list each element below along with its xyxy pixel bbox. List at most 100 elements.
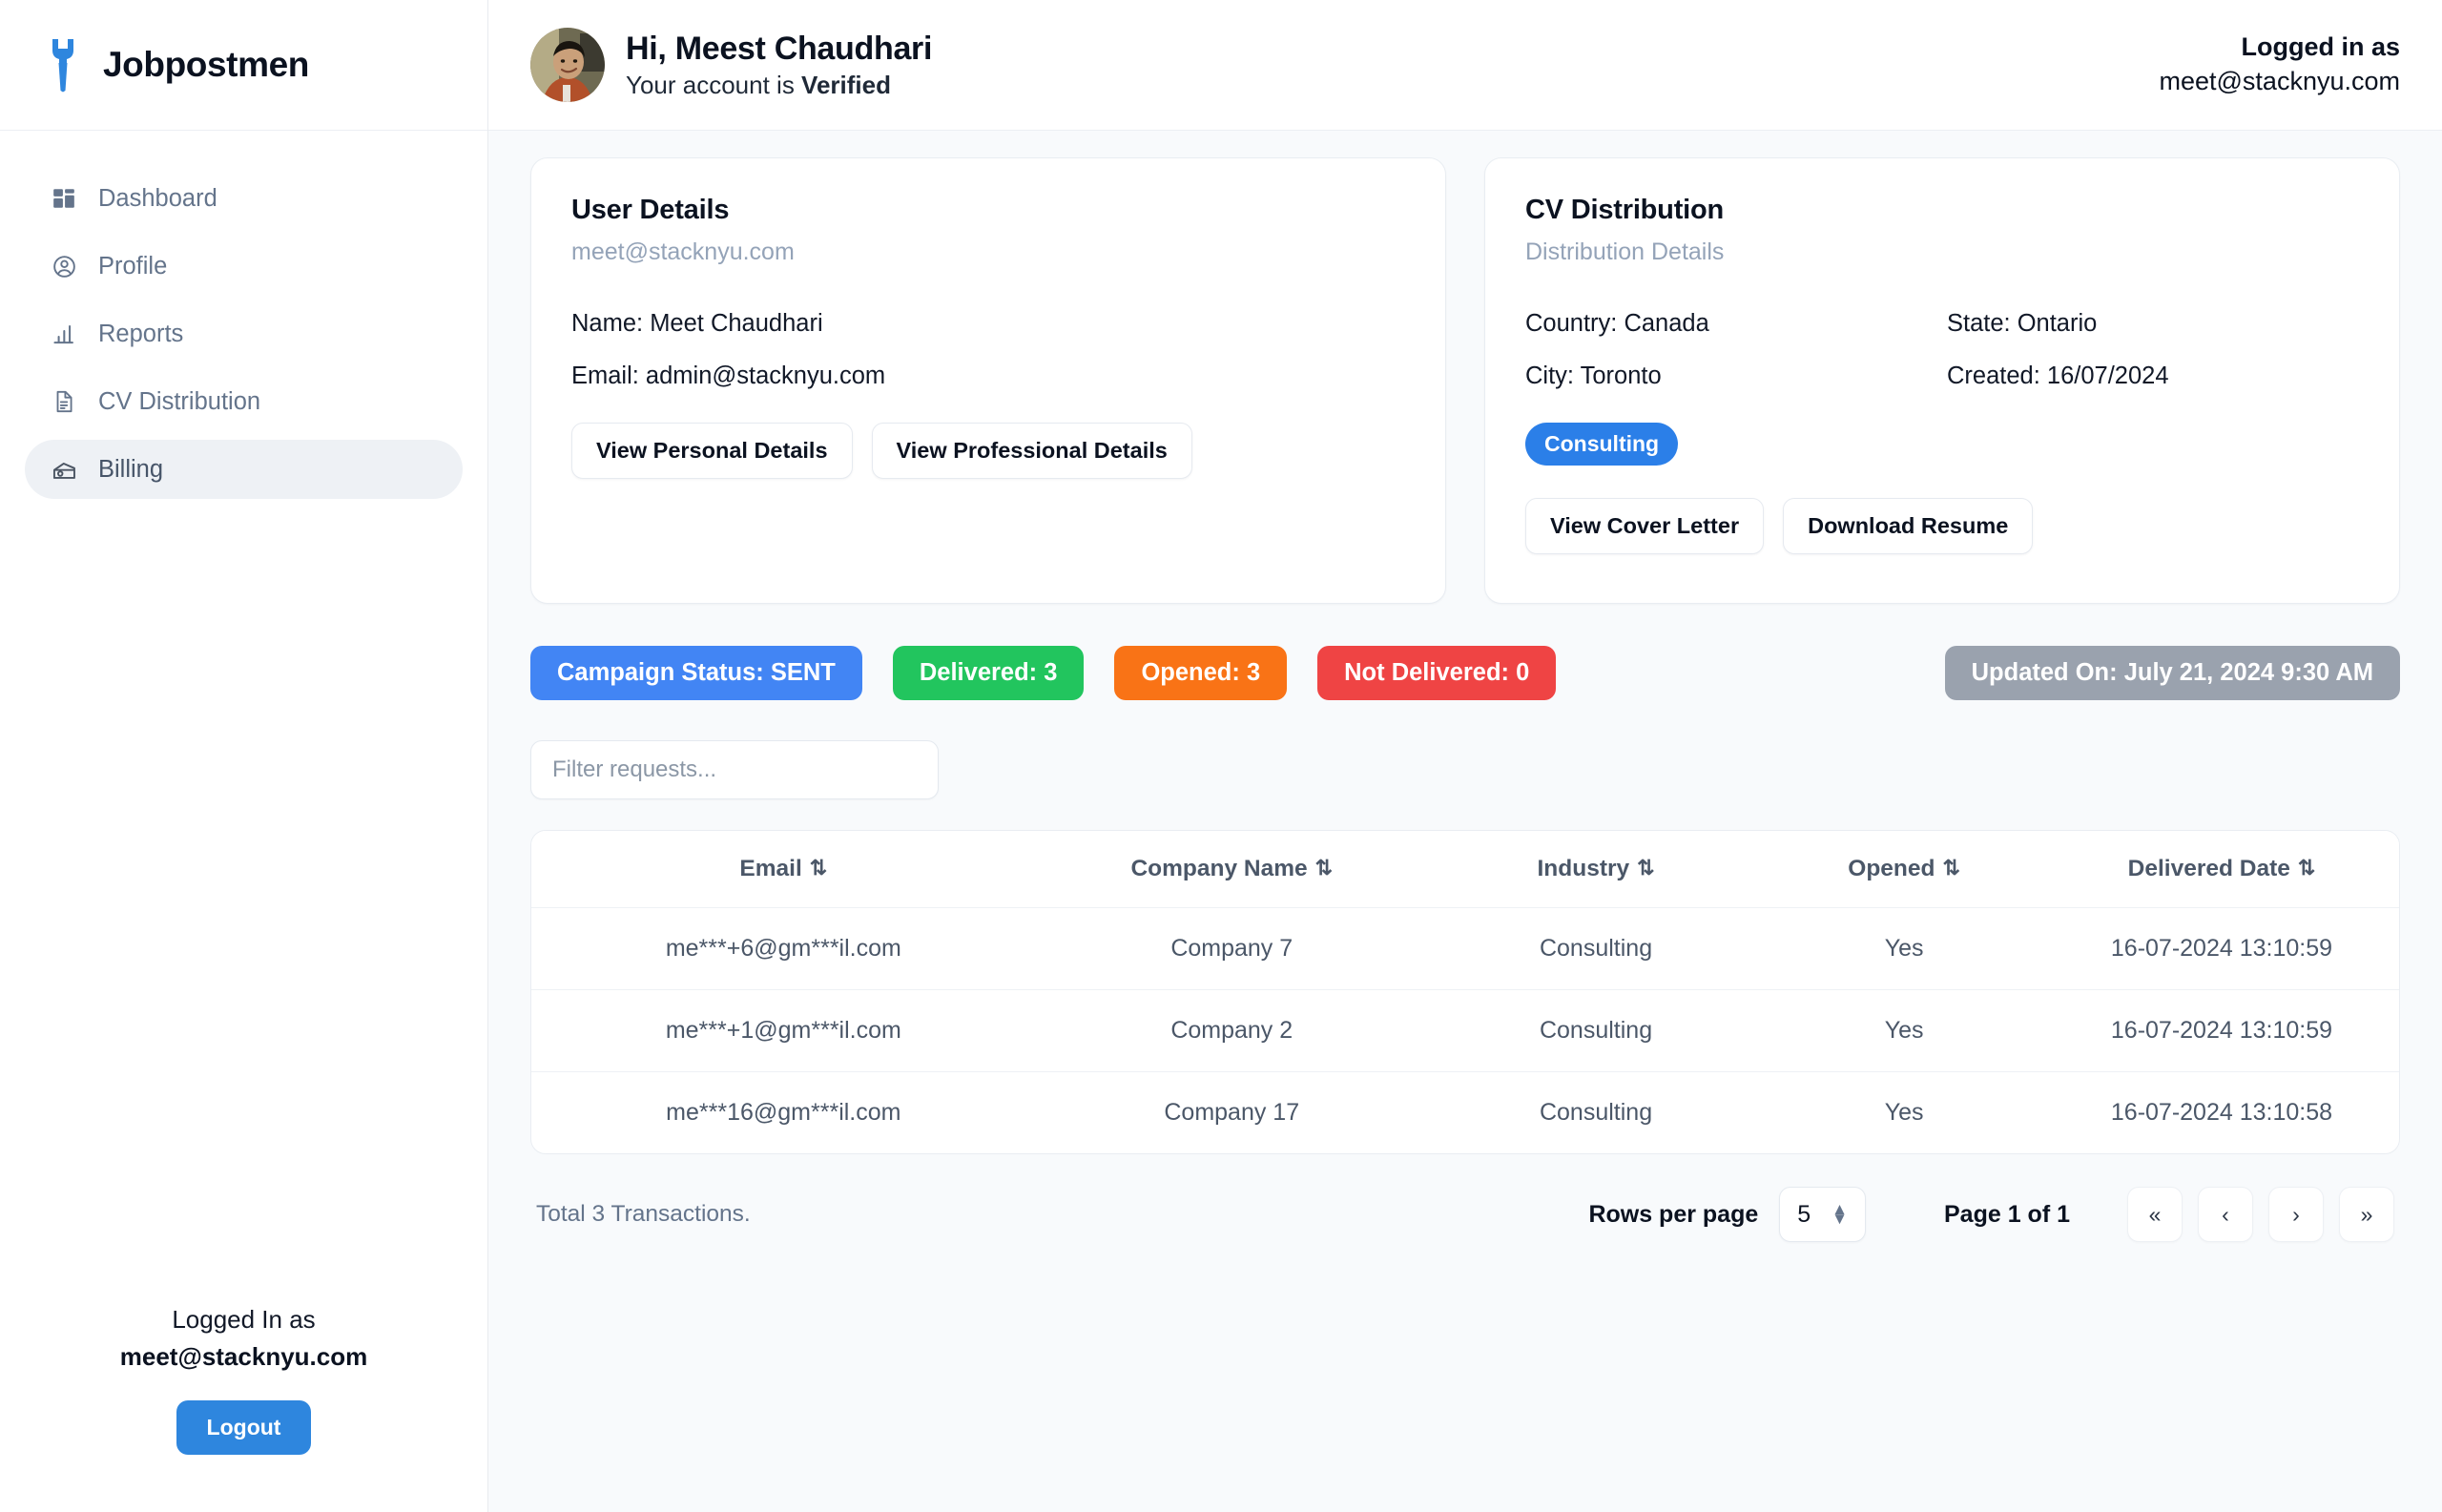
country-line: Country: Canada [1525,310,1709,337]
sidebar-item-dashboard[interactable]: Dashboard [25,169,463,228]
cv-distribution-fields: Country: Canada State: Ontario City: Tor… [1525,310,2359,390]
sidebar-item-label: CV Distribution [98,387,261,415]
tie-wrench-icon [44,37,82,93]
cell-industry: Consulting [1539,1099,1653,1126]
sidebar-footer: Logged In as meet@stacknyu.com Logout [0,1305,487,1512]
column-label: Delivered Date [2127,856,2290,881]
table-row[interactable]: me***16@gm***il.com Company 17 Consultin… [531,1072,2399,1154]
prev-page-button[interactable]: ‹ [2198,1187,2253,1242]
sort-updown-icon: ⇅ [1942,856,1960,880]
updated-on-badge[interactable]: Updated On: July 21, 2024 9:30 AM [1944,646,2400,700]
user-circle-icon [50,252,78,280]
user-details-subtitle: meet@stacknyu.com [571,238,795,265]
app-root: Jobpostmen Dashboard Profile Reports CV … [0,0,2442,1512]
table-row[interactable]: me***+1@gm***il.com Company 2 Consulting… [531,989,2399,1072]
cell-industry: Consulting [1427,989,1765,1072]
sidebar-nav: Dashboard Profile Reports CV Distributio… [0,131,487,499]
cell-company: Company 7 [1035,907,1428,990]
sort-updown-icon: ⇅ [2297,856,2316,880]
cell-email: me***+6@gm***il.com [531,907,1036,990]
cell-email: me***+1@gm***il.com [531,989,1036,1072]
brand[interactable]: Jobpostmen [0,0,487,131]
topbar: Hi, Meest Chaudhari Your account is Veri… [488,0,2442,131]
not-delivered-badge[interactable]: Not Delivered: 0 [1317,646,1557,700]
main-area: Hi, Meest Chaudhari Your account is Veri… [488,0,2442,1512]
cv-distribution-actions: View Cover Letter Download Resume [1525,498,2359,554]
logged-in-email: meet@stacknyu.com [119,1342,368,1371]
table-row[interactable]: me***+6@gm***il.com Company 7 Consulting… [531,907,2399,990]
column-header-email[interactable]: Email ⇅ [531,831,1036,908]
status-badges-row: Campaign Status: SENT Delivered: 3 Opene… [530,646,2400,700]
column-header-delivered-date[interactable]: Delivered Date ⇅ [2043,831,2399,908]
pagination-buttons: « ‹ › » [2127,1187,2394,1242]
cell-opened: Yes [1764,989,2044,1072]
filter-input[interactable] [530,740,939,799]
rows-per-page-select[interactable]: 5 ▲ ▼ [1779,1187,1866,1242]
table-body: me***+6@gm***il.com Company 7 Consulting… [531,907,2399,1154]
user-details-fields: Name: Meet Chaudhari Email: admin@stackn… [571,310,1405,390]
cell-delivered-date: 16-07-2024 13:10:59 [2043,989,2399,1072]
cell-email: me***16@gm***il.com [666,1099,901,1126]
industry-tag[interactable]: Consulting [1525,423,1679,466]
next-page-button[interactable]: › [2268,1187,2324,1242]
column-header-opened[interactable]: Opened ⇅ [1764,831,2044,908]
created-line: Created: 16/07/2024 [1947,362,2169,389]
view-personal-details-button[interactable]: View Personal Details [571,423,853,479]
column-label: Company Name [1130,856,1308,881]
state-line: State: Ontario [1947,310,2098,337]
cards-row: User Details meet@stacknyu.com Name: Mee… [530,157,2400,604]
document-icon [50,387,78,416]
view-professional-details-button[interactable]: View Professional Details [871,423,1192,479]
delivered-badge[interactable]: Delivered: 3 [892,646,1085,700]
sidebar-item-billing[interactable]: Billing [25,440,463,499]
topbar-logged-in: Logged in as meet@stacknyu.com [2160,31,2401,98]
cell-delivered-date: 16-07-2024 13:10:59 [2043,907,2399,990]
cell-company: Company 2 [1035,989,1428,1072]
campaign-status-badge[interactable]: Campaign Status: SENT [530,646,862,700]
user-email-line: Email: admin@stacknyu.com [571,362,886,389]
sidebar-item-label: Billing [98,455,164,483]
status-badge: Verified [801,70,891,99]
logout-button[interactable]: Logout [176,1400,312,1455]
sidebar-item-label: Dashboard [98,184,217,212]
table-header-row: Email ⇅ Company Name ⇅ Industry ⇅ Opened ⇅ D… [531,831,2399,908]
sort-updown-icon: ⇅ [1314,856,1334,880]
column-label: Opened [1848,856,1935,881]
cell-delivered-date: 16-07-2024 13:10:58 [2110,1099,2333,1126]
user-details-actions: View Personal Details View Professional … [571,423,1405,479]
sidebar-item-label: Profile [98,252,168,280]
column-header-industry[interactable]: Industry ⇅ [1427,831,1765,908]
sort-updown-icon: ⇅ [1637,856,1655,880]
cell-company: Company 17 [1164,1099,1300,1126]
cv-distribution-card: CV Distribution Distribution Details Cou… [1484,157,2400,604]
cv-distribution-subtitle: Distribution Details [1525,238,1725,265]
user-name-line: Name: Meet Chaudhari [571,310,823,337]
brand-name: Jobpostmen [103,45,309,84]
cv-distribution-title: CV Distribution [1525,195,1725,225]
column-header-company-name[interactable]: Company Name ⇅ [1035,831,1428,908]
account-status: Your account is Verified [626,71,932,100]
user-details-card: User Details meet@stacknyu.com Name: Mee… [530,157,1446,604]
first-page-button[interactable]: « [2127,1187,2183,1242]
total-transactions-text: Total 3 Transactions. [536,1201,751,1227]
rows-per-page-label: Rows per page [1588,1200,1759,1228]
column-label: Email [739,856,802,881]
transactions-table: Email ⇅ Company Name ⇅ Industry ⇅ Opened ⇅ D… [530,830,2400,1154]
greeting-block: Hi, Meest Chaudhari Your account is Veri… [626,30,932,100]
cell-industry: Consulting [1427,907,1765,990]
last-page-button[interactable]: » [2339,1187,2394,1242]
topbar-logged-in-label: Logged in as [2241,32,2400,62]
sidebar-item-reports[interactable]: Reports [25,304,463,363]
cell-opened: Yes [1764,907,2044,990]
sidebar-item-profile[interactable]: Profile [25,237,463,296]
content: User Details meet@stacknyu.com Name: Mee… [488,131,2442,1512]
column-label: Industry [1537,856,1630,881]
opened-badge[interactable]: Opened: 3 [1114,646,1288,700]
view-cover-letter-button[interactable]: View Cover Letter [1525,498,1765,554]
page-title: Hi, Meest Chaudhari [626,31,933,68]
download-resume-button[interactable]: Download Resume [1783,498,2034,554]
chevron-updown-icon: ▲ ▼ [1832,1199,1848,1228]
sidebar-item-cv-distribution[interactable]: CV Distribution [25,372,463,431]
bar-chart-icon [50,320,78,348]
